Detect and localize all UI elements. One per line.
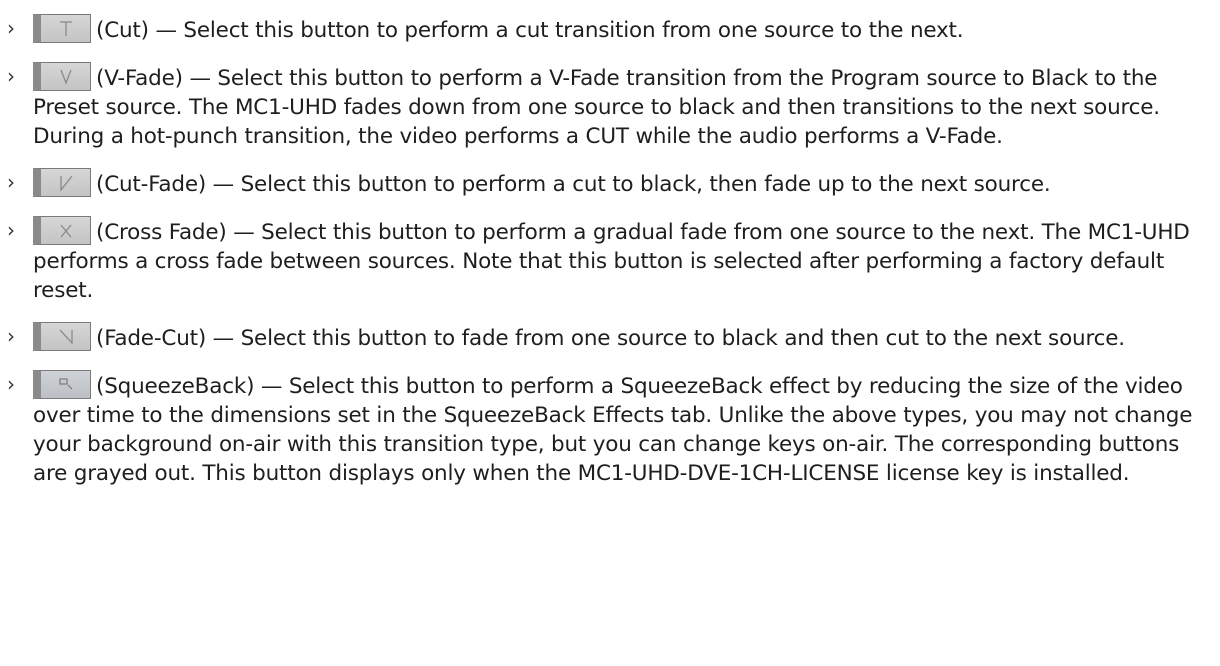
bullet-icon: › — [7, 218, 15, 242]
list-item-cut-fade: › (Cut-Fade) — Select this button to per… — [0, 168, 1220, 199]
bullet-icon: › — [7, 372, 15, 396]
item-text: (Cut) — Select this button to perform a … — [96, 18, 964, 43]
list-item-squeezeback: › (SqueezeBack) — Select this button to … — [0, 370, 1220, 488]
bullet-icon: › — [7, 64, 15, 88]
v-fade-transition-icon — [33, 62, 91, 91]
bullet-icon: › — [7, 170, 15, 194]
transition-button-list: › (Cut) — Select this button to perform … — [0, 0, 1220, 488]
list-item-cut: › (Cut) — Select this button to perform … — [0, 14, 1220, 45]
item-text: (Cut-Fade) — Select this button to perfo… — [96, 172, 1051, 197]
squeezeback-transition-icon — [33, 370, 91, 399]
list-item-v-fade: › (V-Fade) — Select this button to perfo… — [0, 62, 1220, 151]
list-item-cross-fade: › (Cross Fade) — Select this button to p… — [0, 216, 1220, 305]
cut-fade-transition-icon — [33, 168, 91, 197]
item-text: (Cross Fade) — Select this button to per… — [33, 220, 1190, 303]
list-item-fade-cut: › (Fade-Cut) — Select this button to fad… — [0, 322, 1220, 353]
cross-fade-transition-icon — [33, 216, 91, 245]
bullet-icon: › — [7, 324, 15, 348]
item-text: (SqueezeBack) — Select this button to pe… — [33, 374, 1193, 486]
bullet-icon: › — [7, 16, 15, 40]
cut-transition-icon — [33, 14, 91, 43]
item-text: (Fade-Cut) — Select this button to fade … — [96, 326, 1125, 351]
item-text: (V-Fade) — Select this button to perform… — [33, 66, 1160, 149]
fade-cut-transition-icon — [33, 322, 91, 351]
